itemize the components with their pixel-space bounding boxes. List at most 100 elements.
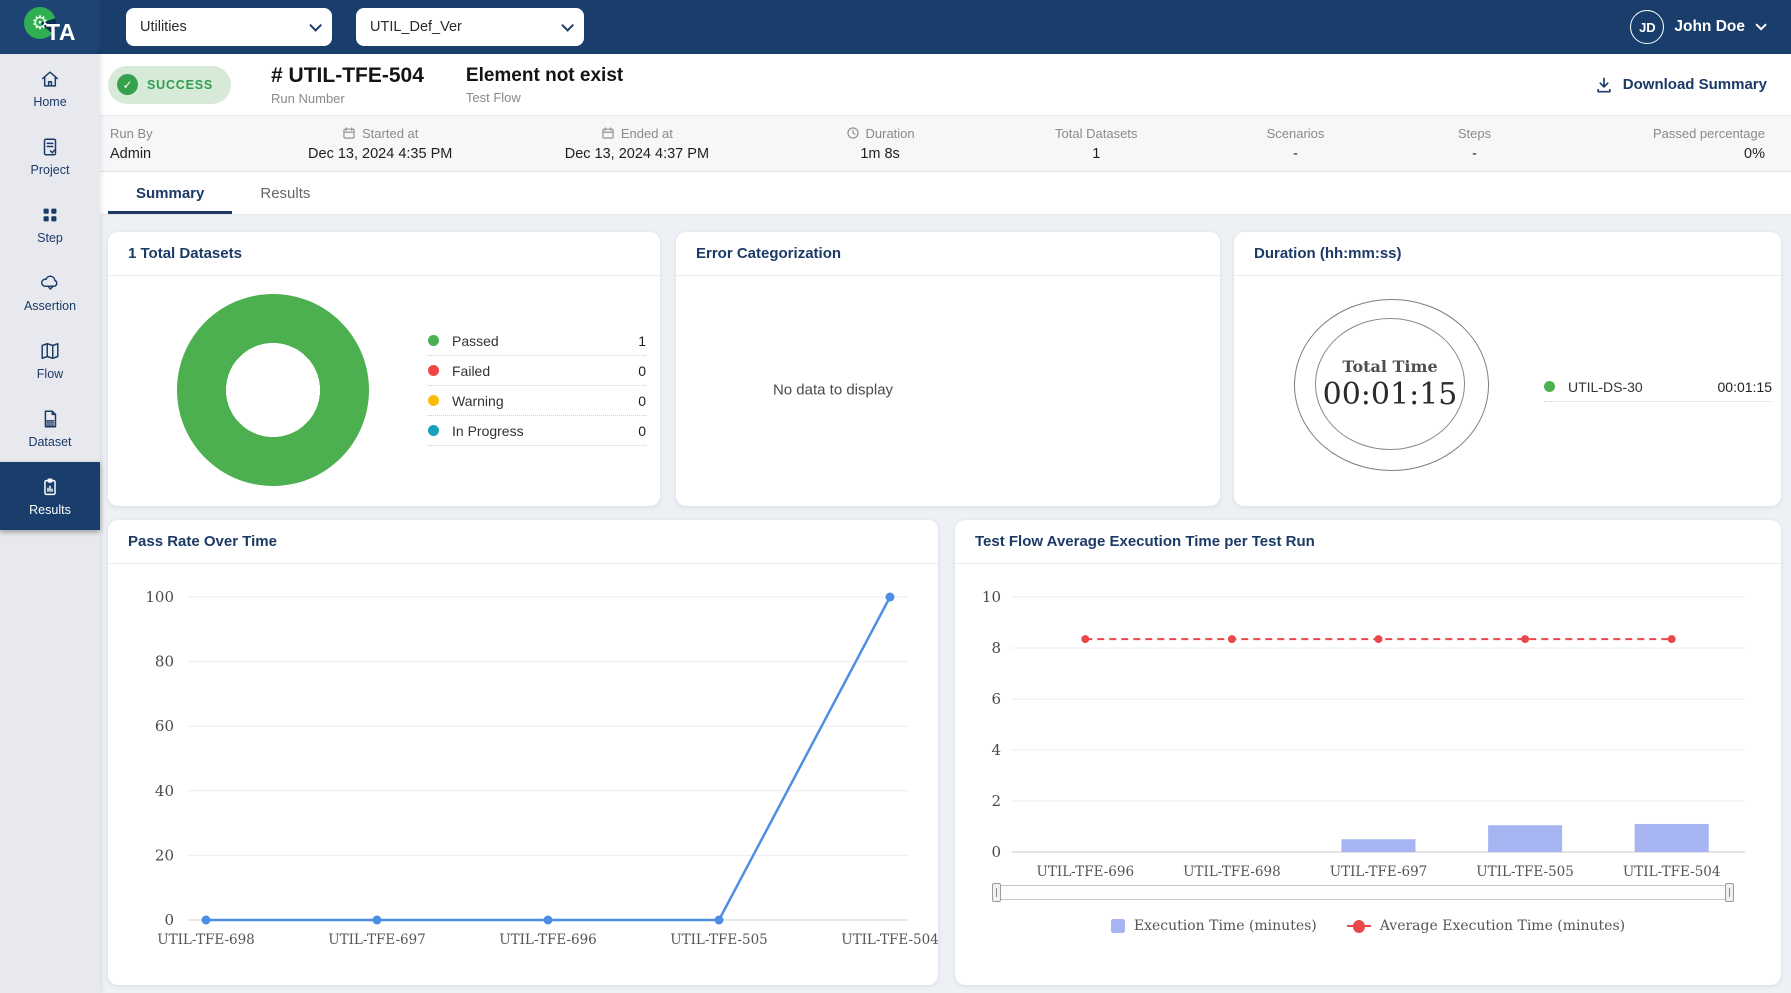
tab-results[interactable]: Results: [232, 172, 338, 214]
meta-steps: Steps -: [1393, 126, 1555, 162]
card-duration: Duration (hh:mm:ss) Total Time 00:01:15 …: [1234, 232, 1781, 506]
meta-label: Ended at: [601, 126, 673, 141]
svg-text:4: 4: [991, 741, 1001, 759]
project-icon: [39, 136, 61, 158]
svg-text:UTIL-TFE-505: UTIL-TFE-505: [670, 932, 768, 948]
legend-item-execution-time[interactable]: Execution Time (minutes): [1111, 918, 1317, 934]
card-title: Duration (hh:mm:ss): [1234, 232, 1781, 276]
content: 1 Total Datasets Passed 1 Failed 0: [100, 215, 1791, 993]
svg-text:40: 40: [155, 782, 174, 800]
check-circle-icon: ✓: [117, 74, 138, 95]
sidebar-item-results[interactable]: Results: [0, 462, 100, 530]
legend-item-average-execution-time[interactable]: Average Execution Time (minutes): [1347, 918, 1625, 934]
app-root: ⚙ TA Utilities UTIL_Def_Ver JD John Doe …: [0, 0, 1791, 993]
sidebar-item-label: Step: [37, 231, 63, 245]
chevron-down-icon: [309, 19, 322, 32]
svg-text:0: 0: [164, 911, 174, 929]
data-zoom-slider[interactable]: [995, 885, 1731, 900]
status-badge: ✓ SUCCESS: [108, 66, 231, 104]
legend-item-warning[interactable]: Warning 0: [428, 386, 646, 416]
svg-text:60: 60: [155, 717, 174, 735]
datasets-donut-chart: [177, 294, 369, 486]
logo-text: TA: [46, 19, 76, 46]
assertion-icon: [39, 272, 61, 294]
card-exec-time: Test Flow Average Execution Time per Tes…: [955, 520, 1781, 985]
pass-rate-chart: 020406080100UTIL-TFE-698UTIL-TFE-697UTIL…: [108, 570, 938, 965]
meta-value: Dec 13, 2024 4:37 PM: [565, 146, 709, 162]
flow-icon: [39, 340, 61, 362]
legend-item-failed[interactable]: Failed 0: [428, 356, 646, 386]
legend-item-in-progress[interactable]: In Progress 0: [428, 416, 646, 446]
avatar: JD: [1630, 10, 1664, 44]
gauge-label: Total Time: [1342, 357, 1437, 376]
clock-icon: [846, 126, 860, 140]
exec-time-chart: 0246810UTIL-TFE-696UTIL-TFE-698UTIL-TFE-…: [955, 570, 1781, 890]
slider-handle-right[interactable]: [1725, 883, 1734, 902]
svg-text:UTIL-TFE-698: UTIL-TFE-698: [1183, 864, 1281, 880]
meta-run-by: Run By Admin: [110, 126, 252, 162]
meta-value: Admin: [110, 146, 151, 162]
datasets-legend: Passed 1 Failed 0 Warning 0: [428, 326, 646, 446]
svg-text:10: 10: [982, 588, 1001, 606]
run-number-block: # UTIL-TFE-504 Run Number: [271, 64, 424, 106]
card-title: 1 Total Datasets: [108, 232, 660, 276]
sidebar-item-assertion[interactable]: Assertion: [0, 258, 100, 326]
sidebar-item-label: Project: [31, 163, 70, 177]
card-error-categorization: Error Categorization No data to display: [676, 232, 1220, 506]
meta-started-at: Started at Dec 13, 2024 4:35 PM: [252, 126, 509, 162]
svg-text:8: 8: [991, 639, 1001, 657]
failed-dot-icon: [428, 365, 439, 376]
run-meta-row: Run By Admin Started at Dec 13, 2024 4:3…: [100, 115, 1791, 172]
sidebar-item-project[interactable]: Project: [0, 122, 100, 190]
card-title: Test Flow Average Execution Time per Tes…: [955, 520, 1781, 564]
meta-label: Started at: [342, 126, 418, 141]
version-dropdown[interactable]: UTIL_Def_Ver: [356, 8, 584, 46]
duration-legend: UTIL-DS-30 00:01:15: [1544, 372, 1772, 402]
card-total-datasets: 1 Total Datasets Passed 1 Failed 0: [108, 232, 660, 506]
meta-label: Scenarios: [1267, 126, 1325, 141]
sidebar-item-dataset[interactable]: Dataset: [0, 394, 100, 462]
meta-value: -: [1293, 146, 1298, 162]
card-title: Error Categorization: [676, 232, 1220, 276]
bar-swatch-icon: [1111, 919, 1125, 933]
svg-text:UTIL-TFE-696: UTIL-TFE-696: [1037, 864, 1135, 880]
user-menu[interactable]: JD John Doe: [1630, 10, 1763, 44]
svg-text:UTIL-TFE-696: UTIL-TFE-696: [499, 932, 597, 948]
svg-text:80: 80: [155, 653, 174, 671]
svg-text:UTIL-TFE-698: UTIL-TFE-698: [157, 932, 255, 948]
svg-text:0: 0: [991, 843, 1001, 861]
legend-item-passed[interactable]: Passed 1: [428, 326, 646, 356]
duration-gauge-inner: Total Time 00:01:15: [1315, 318, 1465, 450]
project-dropdown[interactable]: Utilities: [126, 8, 332, 46]
meta-label: Steps: [1458, 126, 1491, 141]
svg-text:2: 2: [991, 792, 1001, 810]
chevron-down-icon: [1755, 19, 1766, 30]
legend-item-util-ds-30[interactable]: UTIL-DS-30 00:01:15: [1544, 372, 1772, 402]
sidebar-item-label: Assertion: [24, 299, 76, 313]
home-icon: [39, 68, 61, 90]
step-icon: [39, 204, 61, 226]
tab-summary[interactable]: Summary: [108, 172, 232, 214]
topbar: ⚙ TA Utilities UTIL_Def_Ver JD John Doe: [0, 0, 1791, 54]
main: ✓ SUCCESS # UTIL-TFE-504 Run Number Elem…: [100, 54, 1791, 993]
sidebar-item-flow[interactable]: Flow: [0, 326, 100, 394]
download-summary-button[interactable]: Download Summary: [1594, 75, 1767, 95]
run-header: ✓ SUCCESS # UTIL-TFE-504 Run Number Elem…: [100, 54, 1791, 115]
slider-handle-left[interactable]: [992, 883, 1001, 902]
dataset-icon: [39, 408, 61, 430]
sidebar-item-label: Flow: [37, 367, 63, 381]
sidebar-item-home[interactable]: Home: [0, 54, 100, 122]
svg-text:6: 6: [991, 690, 1001, 708]
tabs: Summary Results: [100, 172, 1791, 215]
meta-value: 1m 8s: [860, 146, 900, 162]
app-logo[interactable]: ⚙ TA: [0, 0, 100, 54]
download-icon: [1594, 75, 1614, 95]
avg-line-swatch-icon: [1347, 925, 1371, 928]
sidebar-item-step[interactable]: Step: [0, 190, 100, 258]
svg-text:UTIL-TFE-504: UTIL-TFE-504: [841, 932, 938, 948]
in-progress-dot-icon: [428, 425, 439, 436]
status-text: SUCCESS: [147, 78, 213, 92]
gauge-value: 00:01:15: [1323, 377, 1458, 412]
dataset-dot-icon: [1544, 381, 1555, 392]
passed-dot-icon: [428, 335, 439, 346]
